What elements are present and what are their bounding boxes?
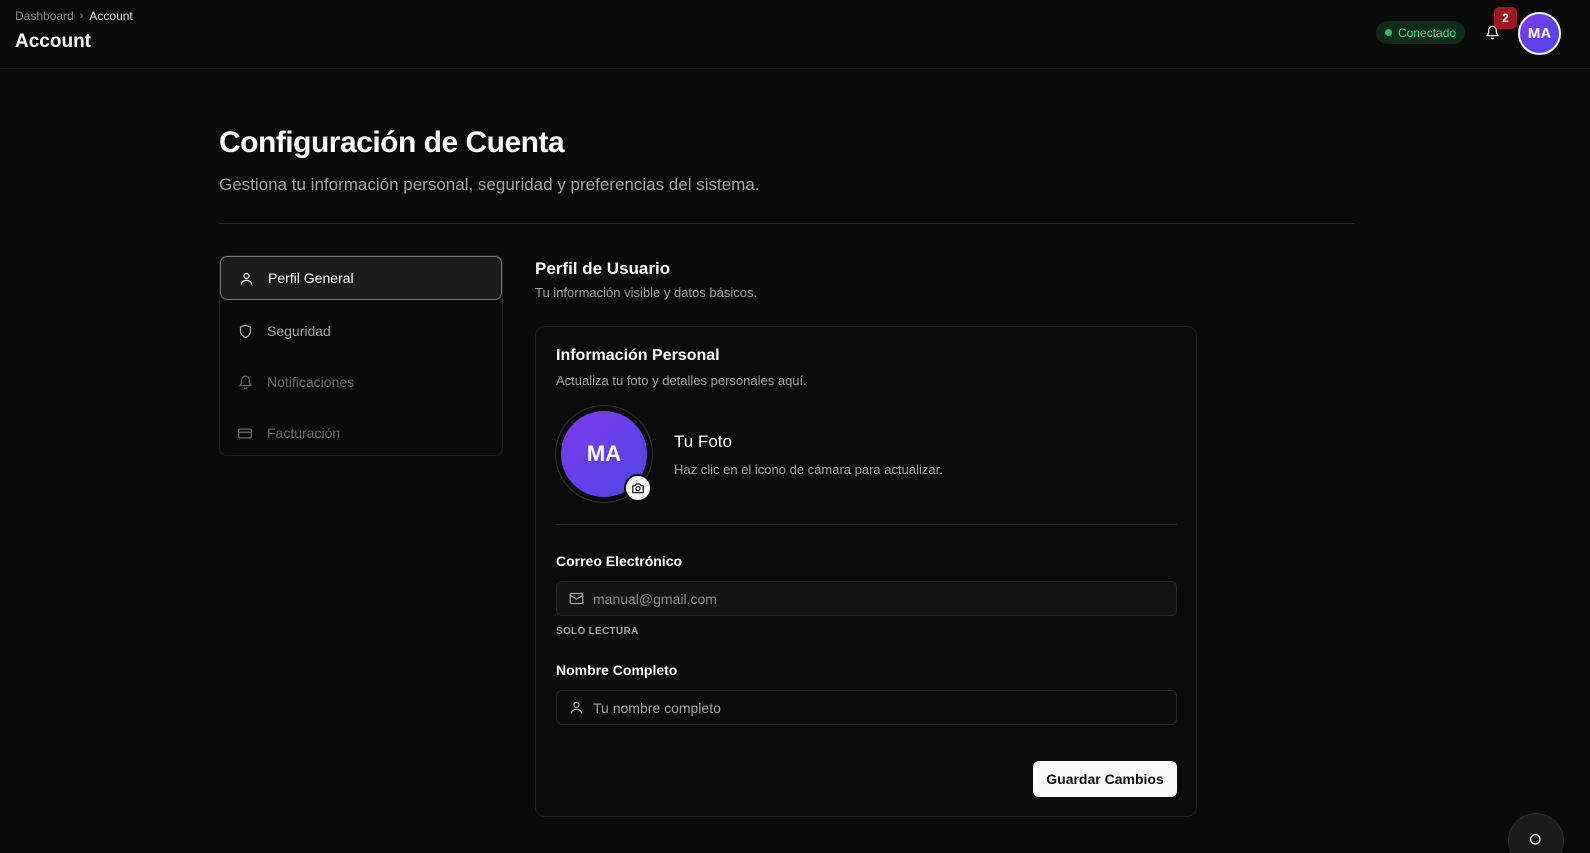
- section-title: Perfil de Usuario: [535, 259, 671, 278]
- sidebar-item-label: Seguridad: [267, 323, 331, 339]
- help-chat-button[interactable]: [1508, 813, 1564, 853]
- sidebar-item-facturacion[interactable]: Facturación: [220, 411, 502, 455]
- divider: [219, 223, 1355, 224]
- breadcrumb-account: Account: [89, 9, 133, 23]
- page-subtitle: Gestiona tu información personal, seguri…: [219, 175, 760, 194]
- card-subtitle: Actualiza tu foto y detalles personales …: [556, 373, 807, 388]
- credit-card-icon: [237, 425, 253, 441]
- search-icon: [1530, 834, 1541, 845]
- section-subtitle: Tu información visible y datos básicos.: [535, 285, 758, 300]
- change-photo-button[interactable]: [624, 474, 652, 502]
- sidebar-item-label: Facturación: [267, 425, 341, 441]
- full-name-field-container: [556, 690, 1177, 725]
- notification-count-badge: 2: [1494, 7, 1517, 29]
- user-icon: [238, 270, 254, 286]
- full-name-label: Nombre Completo: [556, 662, 678, 678]
- photo-subtitle: Haz clic en el icono de cámara para actu…: [674, 462, 943, 477]
- shield-icon: [237, 323, 253, 339]
- sidebar-item-seguridad[interactable]: Seguridad: [220, 309, 502, 353]
- page-title: Configuración de Cuenta: [219, 126, 565, 159]
- settings-sidebar: Perfil General Seguridad Notificaciones …: [219, 255, 503, 456]
- sidebar-item-perfil-general[interactable]: Perfil General: [220, 256, 502, 300]
- email-field[interactable]: [593, 590, 1153, 607]
- read-only-note: SOLO LECTURA: [556, 626, 639, 637]
- personal-info-card: Información Personal Actualiza tu foto y…: [535, 326, 1197, 817]
- top-bar: Dashboard › Account Account Conectado 2 …: [0, 0, 1590, 69]
- camera-icon: [632, 483, 644, 494]
- save-button[interactable]: Guardar Cambios: [1033, 761, 1177, 797]
- user-icon: [570, 701, 583, 714]
- sidebar-item-label: Perfil General: [268, 270, 354, 286]
- full-name-input[interactable]: [593, 699, 1153, 716]
- sidebar-item-label: Notificaciones: [267, 374, 355, 390]
- photo-title: Tu Foto: [674, 432, 732, 451]
- email-label: Correo Electrónico: [556, 553, 683, 569]
- mail-icon: [569, 592, 584, 605]
- divider: [556, 524, 1177, 525]
- top-title: Account: [15, 31, 91, 52]
- chevron-right-icon: ›: [79, 10, 84, 22]
- profile-photo: MA: [555, 405, 653, 503]
- status-dot-icon: [1385, 29, 1392, 36]
- bell-icon: [237, 374, 253, 390]
- connection-status-badge: Conectado: [1376, 21, 1466, 44]
- status-label: Conectado: [1398, 25, 1457, 40]
- card-title: Información Personal: [556, 347, 720, 364]
- breadcrumb: Dashboard › Account: [15, 9, 133, 23]
- email-field-container: [556, 581, 1177, 616]
- sidebar-item-notificaciones[interactable]: Notificaciones: [220, 360, 502, 404]
- user-avatar[interactable]: MA: [1518, 12, 1561, 55]
- breadcrumb-dashboard[interactable]: Dashboard: [15, 9, 74, 23]
